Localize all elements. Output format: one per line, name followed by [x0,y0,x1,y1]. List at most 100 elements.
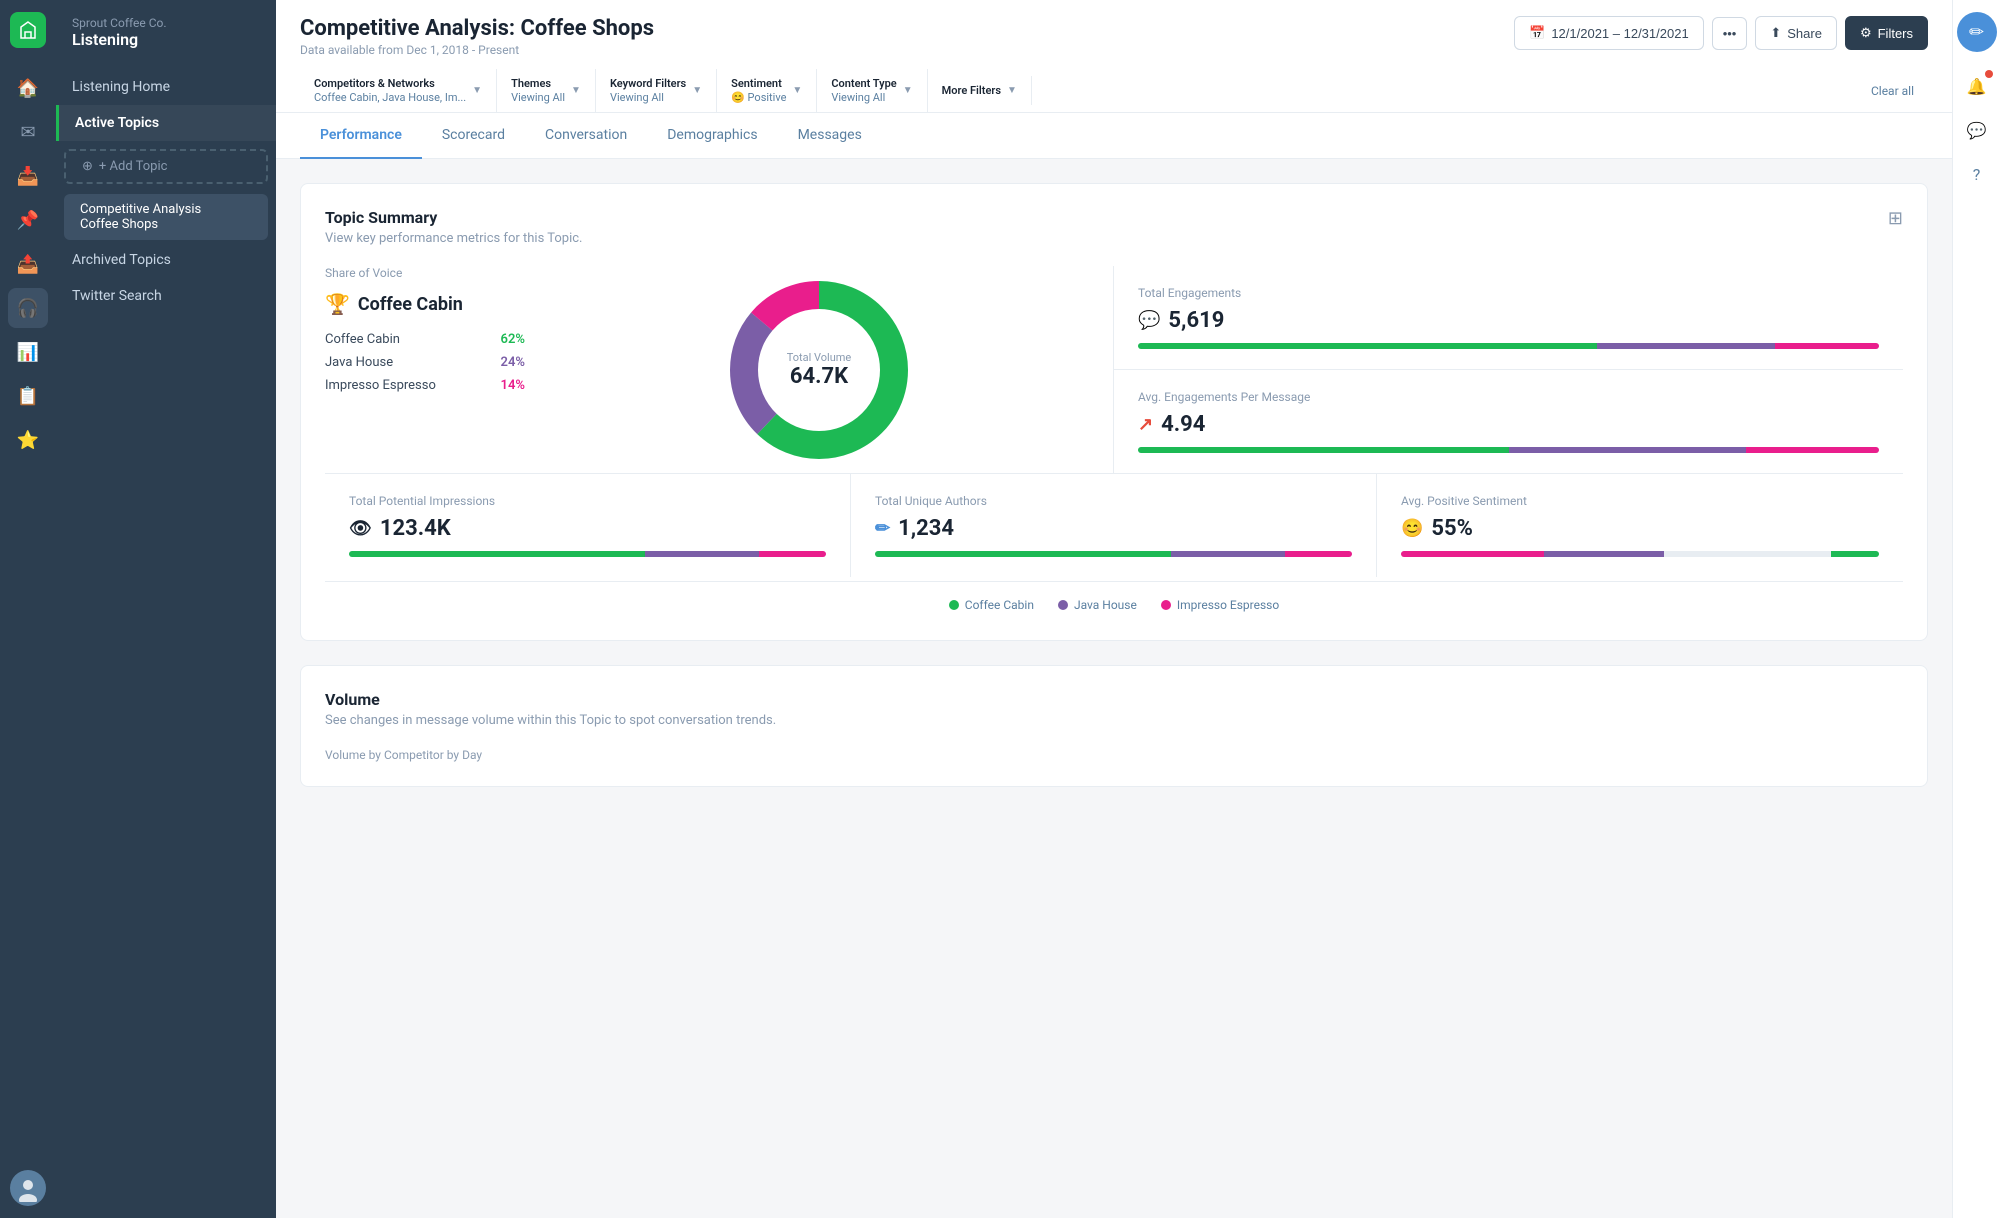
sidebar-item-archived-topics[interactable]: Archived Topics [56,242,276,278]
content-area: Topic Summary View key performance metri… [276,159,1952,1218]
stats-row: Total Potential Impressions 👁 123.4K Tot… [325,473,1903,577]
legend-impresso: Impresso Espresso [1161,598,1279,612]
sidebar-item-active-topics[interactable]: Active Topics [56,105,276,141]
sidebar-topic-competitive-analysis[interactable]: Competitive AnalysisCoffee Shops [64,194,268,240]
pin-icon[interactable]: 📌 [8,200,48,240]
home-icon[interactable]: 🏠 [8,68,48,108]
volume-by-label: Volume by Competitor by Day [325,748,1903,762]
filter-icon: ⚙ [1860,25,1872,41]
notifications-icon[interactable]: 🔔 [1959,68,1995,104]
chart-legend: Coffee Cabin Java House Impresso Espress… [325,581,1903,616]
chevron-down-icon: ▼ [472,85,482,96]
icon-rail: 🏠 ✉ 📥 📌 📤 🎧 📊 📋 ⭐ [0,0,56,1218]
app-name: Listening [72,30,260,49]
winner-section: 🏆 Coffee Cabin [325,292,525,316]
filter-bar: Competitors & Networks Coffee Cabin, Jav… [300,69,1928,112]
competitor-row-impresso: Impresso Espresso 14% [325,378,525,393]
donut-center-label: Total Volume 64.7K [787,351,852,389]
volume-title: Volume [325,690,1903,709]
chevron-down-icon: ▼ [571,85,581,96]
stat-impressions: Total Potential Impressions 👁 123.4K [325,474,851,577]
tab-conversation[interactable]: Conversation [525,113,647,159]
share-icon: ⬆ [1770,25,1781,41]
clear-all-button[interactable]: Clear all [1857,76,1928,106]
tab-performance[interactable]: Performance [300,113,422,159]
chevron-down-icon: ▼ [903,85,913,96]
chat-icon: 💬 [1138,310,1160,331]
chevron-down-icon: ▼ [692,85,702,96]
send-icon[interactable]: 📤 [8,244,48,284]
share-of-voice-label: Share of Voice [325,266,525,280]
winner-name: Coffee Cabin [358,294,463,315]
company-name: Sprout Coffee Co. [72,16,260,30]
topic-summary-card: Topic Summary View key performance metri… [300,183,1928,641]
user-avatar[interactable] [10,1170,46,1206]
authors-bar [875,551,1352,557]
create-button[interactable]: ✏ [1957,12,1997,52]
share-button[interactable]: ⬆ Share [1755,16,1837,50]
summary-right-panel: Total Engagements 💬 5,619 Avg. Engagemen [1114,266,1903,473]
tab-bar: Performance Scorecard Conversation Demog… [276,113,1952,159]
sidebar-item-twitter-search[interactable]: Twitter Search [56,278,276,314]
main-content: Competitive Analysis: Coffee Shops Data … [276,0,1952,1218]
filter-more[interactable]: More Filters ▼ [928,76,1032,105]
competitor-row-java-house: Java House 24% [325,355,525,370]
analytics-icon[interactable]: 📊 [8,332,48,372]
eye-icon: 👁 [349,518,372,539]
page-header: Competitive Analysis: Coffee Shops Data … [276,0,1952,113]
reviews-icon[interactable]: ⭐ [8,420,48,460]
chevron-down-icon: ▼ [792,85,802,96]
card-title: Topic Summary [325,208,583,227]
arrow-up-icon: ↗ [1138,414,1153,435]
avg-engagements-progress-bar [1138,447,1879,453]
listening-icon[interactable]: 🎧 [8,288,48,328]
donut-chart-container: Total Volume 64.7K [549,266,1089,473]
app-logo [10,12,46,48]
sidebar: Sprout Coffee Co. Listening Listening Ho… [56,0,276,1218]
help-icon[interactable]: ? [1959,156,1995,192]
metric-avg-engagements: Avg. Engagements Per Message ↗ 4.94 [1114,370,1903,473]
inbox-icon[interactable]: 📥 [8,156,48,196]
feedback-icon[interactable]: 💬 [1959,112,1995,148]
summary-left-panel: Share of Voice 🏆 Coffee Cabin Coffee Cab… [325,266,1114,473]
date-range-button[interactable]: 📅 12/1/2021 – 12/31/2021 [1514,16,1704,50]
plus-icon: ⊕ [82,159,93,174]
trophy-icon: 🏆 [325,292,350,316]
metric-total-engagements: Total Engagements 💬 5,619 [1114,266,1903,370]
share-of-voice-section: Share of Voice 🏆 Coffee Cabin Coffee Cab… [325,266,525,473]
notification-badge [1985,70,1993,78]
legend-coffee-cabin: Coffee Cabin [949,598,1034,612]
tab-scorecard[interactable]: Scorecard [422,113,525,159]
chevron-down-icon: ▼ [1007,85,1017,96]
header-title-section: Competitive Analysis: Coffee Shops Data … [300,16,654,57]
tab-demographics[interactable]: Demographics [647,113,777,159]
pencil-icon: ✏ [875,518,890,539]
sidebar-item-listening-home[interactable]: Listening Home [56,69,276,105]
volume-card: Volume See changes in message volume wit… [300,665,1928,787]
filter-themes[interactable]: Themes Viewing All ▼ [497,69,596,112]
legend-java-house: Java House [1058,598,1137,612]
page-title: Competitive Analysis: Coffee Shops [300,16,654,41]
competitor-row-coffee-cabin: Coffee Cabin 62% [325,332,525,347]
ellipsis-icon: ••• [1723,26,1737,41]
header-actions: 📅 12/1/2021 – 12/31/2021 ••• ⬆ Share ⚙ F… [1514,16,1928,50]
more-options-button[interactable]: ••• [1712,17,1748,50]
filters-button[interactable]: ⚙ Filters [1845,16,1928,50]
calendar-icon: 📅 [1529,25,1545,41]
brand-section: Sprout Coffee Co. Listening [56,16,276,69]
stat-authors: Total Unique Authors ✏ 1,234 [851,474,1377,577]
grid-view-icon[interactable]: ⊞ [1888,208,1903,229]
stat-sentiment: Avg. Positive Sentiment 😊 55% [1377,474,1903,577]
impressions-bar [349,551,826,557]
filter-sentiment[interactable]: Sentiment 😊 Positive ▼ [717,69,817,112]
filter-competitors[interactable]: Competitors & Networks Coffee Cabin, Jav… [300,69,497,112]
filter-content-type[interactable]: Content Type Viewing All ▼ [817,69,927,112]
tab-messages[interactable]: Messages [778,113,882,159]
tasks-icon[interactable]: 📋 [8,376,48,416]
smile-icon: 😊 [1401,518,1423,539]
engagements-progress-bar [1138,343,1879,349]
page-subtitle: Data available from Dec 1, 2018 - Presen… [300,43,654,57]
messages-icon[interactable]: ✉ [8,112,48,152]
add-topic-button[interactable]: ⊕ + Add Topic [64,149,268,184]
filter-keywords[interactable]: Keyword Filters Viewing All ▼ [596,69,717,112]
